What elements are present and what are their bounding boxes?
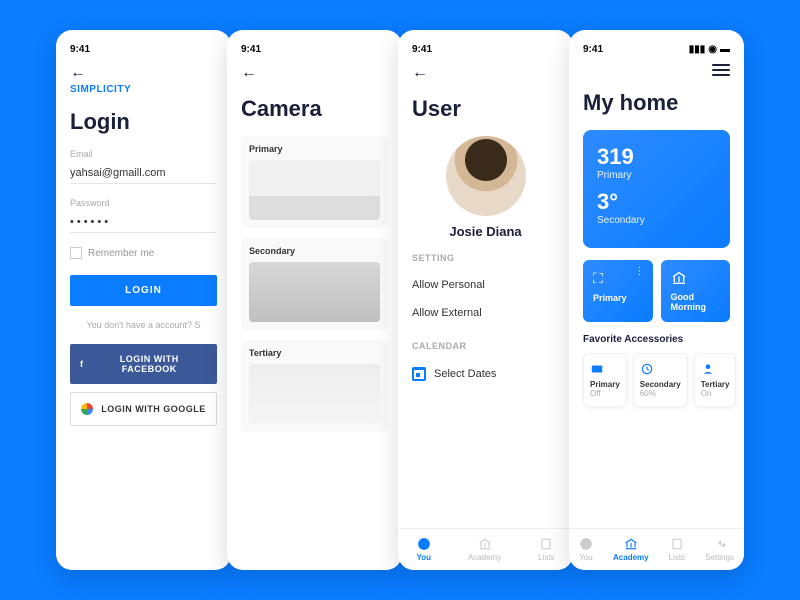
home-screen: 9:41 ▮▮▮ ◉ ▬ My home 319 Primary 3° Seco… bbox=[569, 30, 744, 570]
room-tile[interactable]: Good Morning bbox=[661, 260, 731, 322]
remember-label: Remember me bbox=[88, 248, 154, 259]
list-icon bbox=[670, 537, 684, 551]
back-button[interactable]: ← bbox=[70, 64, 86, 82]
tab-lists[interactable]: Lists bbox=[538, 537, 554, 562]
page-title: Login bbox=[70, 109, 217, 135]
tab-academy[interactable]: Academy bbox=[613, 537, 649, 562]
password-label: Password bbox=[70, 198, 217, 208]
accessory-card[interactable]: Secondary 60% bbox=[633, 353, 688, 407]
page-title: User bbox=[412, 96, 559, 122]
status-bar: 9:41 bbox=[241, 42, 388, 56]
stats-card[interactable]: 319 Primary 3° Secondary bbox=[583, 130, 730, 248]
section-label: CALENDAR bbox=[412, 341, 559, 351]
card-title: Secondary bbox=[249, 246, 380, 256]
card-title: Tertiary bbox=[249, 348, 380, 358]
user-avatar[interactable] bbox=[446, 136, 526, 216]
tab-settings[interactable]: Settings bbox=[705, 537, 734, 562]
tab-academy[interactable]: Academy bbox=[468, 537, 501, 562]
camera-thumbnail bbox=[249, 160, 380, 220]
facebook-login-button[interactable]: fLOGIN WITH FACEBOOK bbox=[70, 344, 217, 384]
status-time: 9:41 bbox=[412, 44, 432, 55]
user-name: Josie Diana bbox=[449, 224, 521, 239]
camera-card[interactable]: Primary bbox=[241, 136, 388, 228]
accessory-card[interactable]: Primary Off bbox=[583, 353, 627, 407]
bank-icon bbox=[671, 270, 687, 286]
remember-checkbox[interactable] bbox=[70, 247, 82, 259]
status-time: 9:41 bbox=[583, 44, 603, 55]
camera-card[interactable]: Secondary bbox=[241, 238, 388, 330]
list-icon bbox=[539, 537, 553, 551]
accessory-card[interactable]: Tertiary On bbox=[694, 353, 737, 407]
facebook-icon: f bbox=[80, 359, 84, 369]
menu-button[interactable] bbox=[712, 64, 730, 76]
room-tile[interactable]: ⋮ ⛶ Primary bbox=[583, 260, 653, 322]
person-icon bbox=[701, 362, 715, 376]
back-button[interactable]: ← bbox=[241, 64, 257, 82]
stat-label: Primary bbox=[597, 170, 716, 181]
bank-icon bbox=[478, 537, 492, 551]
stat-value: 319 bbox=[597, 144, 716, 170]
status-bar: 9:41 bbox=[412, 42, 559, 56]
camera-card[interactable]: Tertiary bbox=[241, 340, 388, 432]
section-label: SETTING bbox=[412, 253, 559, 263]
bank-icon bbox=[624, 537, 638, 551]
calendar-icon bbox=[412, 367, 426, 381]
login-button[interactable]: LOGIN bbox=[70, 275, 217, 306]
page-title: Camera bbox=[241, 96, 388, 122]
battery-icon: ▬ bbox=[720, 44, 730, 55]
face-icon bbox=[579, 537, 593, 551]
status-bar: 9:41 ▮▮▮ ◉ ▬ bbox=[583, 42, 730, 56]
wrench-icon bbox=[713, 537, 727, 551]
page-title: My home bbox=[583, 90, 730, 116]
setting-row[interactable]: Allow Personal bbox=[412, 271, 559, 299]
wifi-icon: ◉ bbox=[708, 44, 717, 55]
stat-label: Secondary bbox=[597, 215, 716, 226]
camera-thumbnail bbox=[249, 364, 380, 424]
wallet-icon bbox=[590, 362, 604, 376]
login-screen: 9:41 ← SIMPLICITY Login Email Password R… bbox=[56, 30, 231, 570]
google-icon bbox=[81, 403, 93, 415]
card-title: Primary bbox=[249, 144, 380, 154]
camera-thumbnail bbox=[249, 262, 380, 322]
email-label: Email bbox=[70, 149, 217, 159]
calendar-row[interactable]: Select Dates bbox=[412, 359, 559, 389]
tab-you[interactable]: You bbox=[416, 537, 431, 562]
tab-bar: You Academy Lists Settings bbox=[569, 528, 744, 570]
tab-lists[interactable]: Lists bbox=[669, 537, 685, 562]
tab-you[interactable]: You bbox=[579, 537, 593, 562]
user-screen: 9:41 ← User Josie Diana SETTING Allow Pe… bbox=[398, 30, 573, 570]
signup-hint[interactable]: You don't have a account? S bbox=[70, 320, 217, 330]
section-title: Favorite Accessories bbox=[583, 334, 730, 345]
more-icon[interactable]: ⋮ bbox=[635, 266, 645, 277]
signal-icon: ▮▮▮ bbox=[689, 44, 706, 55]
password-field[interactable] bbox=[70, 212, 217, 233]
tab-bar: You Academy Lists bbox=[398, 528, 573, 570]
back-button[interactable]: ← bbox=[412, 64, 428, 82]
status-time: 9:41 bbox=[241, 44, 261, 55]
email-field[interactable] bbox=[70, 163, 217, 184]
brand-label: SIMPLICITY bbox=[70, 84, 217, 95]
status-time: 9:41 bbox=[70, 44, 90, 55]
camera-screen: 9:41 ← Camera Primary Secondary Tertiary bbox=[227, 30, 402, 570]
status-bar: 9:41 bbox=[70, 42, 217, 56]
status-icons: ▮▮▮ ◉ ▬ bbox=[689, 44, 730, 55]
clock-icon bbox=[640, 362, 654, 376]
google-login-button[interactable]: LOGIN WITH GOOGLE bbox=[70, 392, 217, 426]
stat-value: 3° bbox=[597, 189, 716, 215]
setting-row[interactable]: Allow External bbox=[412, 299, 559, 327]
face-icon bbox=[417, 537, 431, 551]
